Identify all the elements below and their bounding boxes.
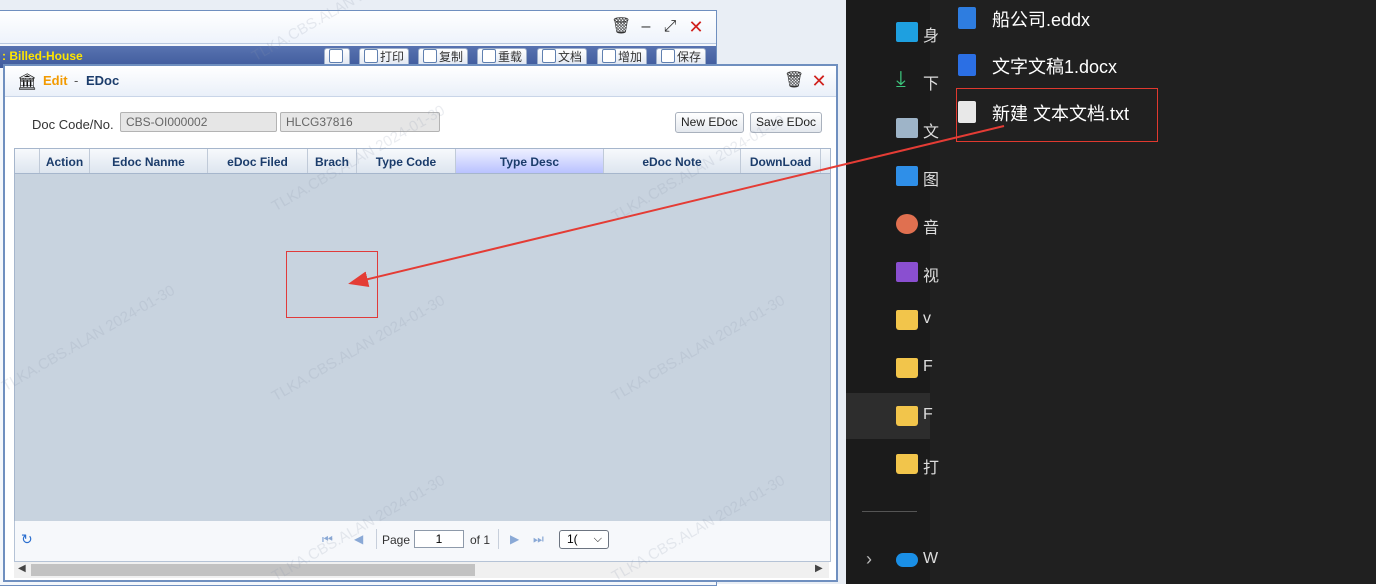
column-type-desc[interactable]: Type Desc <box>456 149 604 173</box>
videos-icon <box>896 262 918 282</box>
dialog-titlebar: 🏛 Edit - EDoc 🗑 ✕ <box>5 66 836 97</box>
new-edoc-button[interactable]: New EDoc <box>675 112 744 133</box>
grid-pager: ↻ ⏮ ◀ Page of 1 ▶ ⏭ 1(⌵ <box>14 521 831 562</box>
chevron-down-icon: ⌵ <box>593 533 602 545</box>
trash-icon[interactable]: 🗑 <box>611 17 631 37</box>
chevron-right-icon[interactable]: › <box>866 549 872 570</box>
first-page-icon[interactable]: ⏮ <box>322 532 333 547</box>
folder-icon <box>896 310 918 330</box>
doc-code-field[interactable] <box>120 112 277 132</box>
horizontal-scrollbar[interactable]: ◀ ▶ <box>14 562 829 578</box>
minimize-icon[interactable]: – <box>636 17 656 37</box>
dialog-title-separator: - <box>74 73 79 88</box>
column-edoc-filed[interactable]: eDoc Filed <box>208 149 308 173</box>
folder-icon <box>896 406 918 426</box>
nav-item-folder[interactable]: F <box>846 345 933 391</box>
copy-icon <box>423 49 437 63</box>
back-window-title: : Billed-House <box>2 49 83 63</box>
reload-icon <box>482 49 496 63</box>
edit-edoc-dialog: 🏛 Edit - EDoc 🗑 ✕ Doc Code/No. New EDoc … <box>3 64 838 582</box>
print-icon <box>364 49 378 63</box>
next-page-icon[interactable]: ▶ <box>510 532 519 546</box>
add-icon <box>602 49 616 63</box>
nav-item-videos[interactable]: 视 <box>846 249 939 295</box>
dialog-title: EDoc <box>86 73 120 88</box>
column-download[interactable]: DownLoad <box>741 149 821 173</box>
back-window-titlebar: 🗑 – ⤢ ✕ <box>0 11 716 44</box>
doc-no-field[interactable] <box>280 112 440 132</box>
desktop-icon <box>896 22 918 42</box>
nav-item-desktop[interactable]: 身 <box>846 9 939 55</box>
explorer-nav-pane: 身 ⤓ 下 文 图 音 视 v F F 打 W <box>846 0 939 584</box>
refresh-icon <box>329 49 343 63</box>
nav-item-folder[interactable]: v <box>846 297 931 343</box>
pager-divider <box>498 529 499 549</box>
scroll-left-icon[interactable]: ◀ <box>18 563 26 574</box>
save-edoc-button[interactable]: Save EDoc <box>750 112 823 133</box>
grid-select-column[interactable] <box>15 149 40 173</box>
save-icon <box>661 49 675 63</box>
nav-item-folder-selected[interactable]: F <box>846 393 933 439</box>
last-page-icon[interactable]: ⏭ <box>533 532 544 547</box>
word-file-icon <box>958 54 976 76</box>
nav-item-music[interactable]: 音 <box>846 201 939 247</box>
pager-divider <box>376 529 377 549</box>
nav-item-documents[interactable]: 文 <box>846 105 939 151</box>
nav-item-folder[interactable]: 打 <box>846 441 939 487</box>
nav-item-onedrive[interactable]: W <box>846 537 938 583</box>
scrollbar-thumb[interactable] <box>31 564 475 576</box>
page-count-label: of 1 <box>470 533 491 547</box>
eddx-file-icon <box>958 7 976 29</box>
doc-code-label: Doc Code/No. <box>32 117 114 132</box>
page-number-input[interactable] <box>414 530 464 548</box>
page-label: Page <box>382 533 411 547</box>
trash-icon[interactable]: 🗑 <box>784 71 804 91</box>
prev-page-icon[interactable]: ◀ <box>354 532 363 546</box>
download-icon: ⤓ <box>896 66 906 91</box>
dialog-mode: Edit <box>43 73 68 88</box>
edoc-grid: Action Edoc Nanme eDoc Filed Brach Type … <box>14 148 831 522</box>
scroll-right-icon[interactable]: ▶ <box>815 563 823 574</box>
dragged-file-highlight <box>956 88 1158 142</box>
documents-icon <box>896 118 918 138</box>
onedrive-icon <box>896 553 918 567</box>
column-action[interactable]: Action <box>40 149 90 173</box>
music-icon <box>896 214 918 234</box>
document-icon <box>542 49 556 63</box>
column-brach[interactable]: Brach <box>308 149 357 173</box>
page-size-select[interactable]: 1(⌵ <box>559 530 609 549</box>
grid-header: Action Edoc Nanme eDoc Filed Brach Type … <box>15 149 830 174</box>
folder-icon <box>896 358 918 378</box>
pictures-icon <box>896 166 918 186</box>
nav-item-pictures[interactable]: 图 <box>846 153 939 199</box>
refresh-icon[interactable]: ↻ <box>21 531 33 548</box>
column-type-code[interactable]: Type Code <box>357 149 456 173</box>
close-icon[interactable]: ✕ <box>809 71 829 91</box>
close-icon[interactable]: ✕ <box>686 17 706 37</box>
column-edoc-note[interactable]: eDoc Note <box>604 149 741 173</box>
column-edoc-name[interactable]: Edoc Nanme <box>90 149 208 173</box>
nav-divider <box>862 511 917 512</box>
bank-icon: 🏛 <box>17 74 38 91</box>
drop-target-highlight <box>286 251 378 318</box>
folder-icon <box>896 454 918 474</box>
nav-item-downloads[interactable]: ⤓ 下 <box>846 57 939 103</box>
maximize-icon[interactable]: ⤢ <box>660 17 680 37</box>
